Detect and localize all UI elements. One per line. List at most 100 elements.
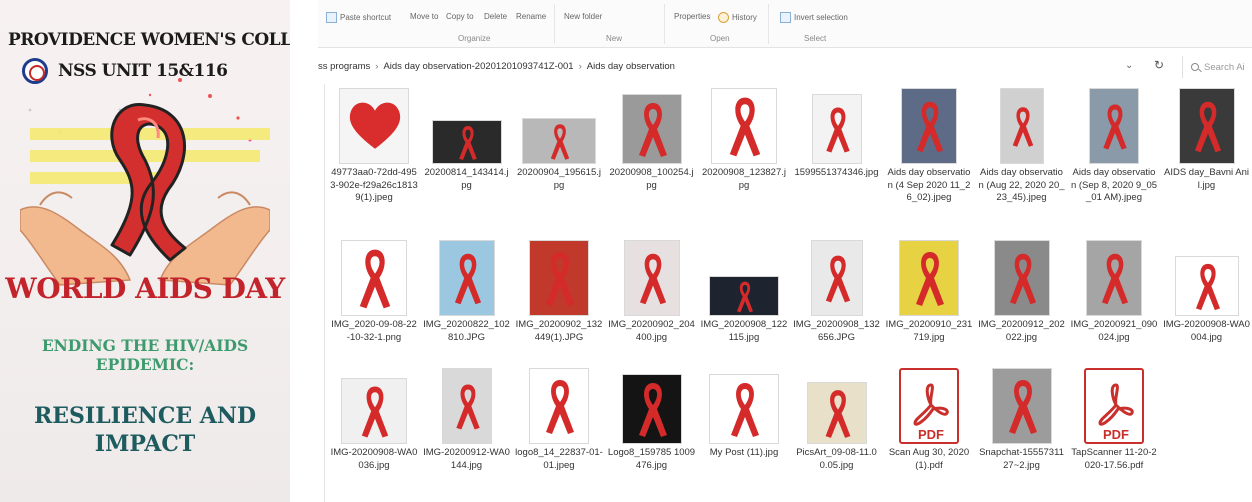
red-ribbon-icon [737,281,753,313]
red-ribbon-icon [825,107,850,153]
image-preview [711,88,777,164]
image-preview [810,240,863,316]
red-ribbon-icon [825,390,850,438]
image-file-item[interactable]: IMG-20200908-WA0036.jpg [328,368,420,472]
copy-to-button[interactable]: Copy to [446,12,474,21]
breadcrumb-segment[interactable]: Aids day observation [587,61,675,72]
image-file-item[interactable]: IMG_20200908_122115.jpg [698,240,790,344]
image-file-item[interactable]: IMG_20200912_202022.jpg [976,240,1068,344]
navigation-pane-edge [324,84,325,502]
acrobat-icon: PDF [913,383,949,442]
image-file-item[interactable]: 20200908_123827.jpg [698,88,790,192]
move-to-button[interactable]: Move to [410,12,438,21]
image-file-item[interactable]: 20200814_143414.jpg [421,88,513,192]
move-to-label: Move to [410,12,439,21]
properties-label: Properties [674,12,711,21]
image-file-item[interactable]: Aids day observation (Sep 8, 2020 9_05_0… [1068,88,1160,205]
image-file-item[interactable]: IMG_20200822_102810.JPG [421,240,513,344]
address-dropdown-icon[interactable]: ⌄ [1125,60,1133,71]
properties-button[interactable]: Properties [674,12,710,21]
file-name-label: My Post (11).jpg [709,447,779,458]
file-name-label: IMG_20200822_102810.JPG [423,319,510,343]
file-thumbnail [615,240,689,316]
image-file-item[interactable]: 1599551374346.jpg [791,88,883,180]
file-thumbnail [522,368,596,444]
red-ribbon-icon [638,103,667,157]
image-preview [709,374,779,444]
breadcrumb-segment[interactable]: Aids day observation-20201201093741Z-001 [383,61,573,72]
image-preview [1086,240,1142,316]
breadcrumb-segment[interactable]: ss programs [318,61,370,72]
subheadline-line-2: EPIDEMIC: [95,355,195,374]
image-file-item[interactable]: Aids day observation (Aug 22, 2020 20_23… [976,88,1068,205]
image-preview [1089,88,1139,164]
red-ribbon-icon [455,384,480,430]
image-file-item[interactable]: Snapchat-1555731127~2.jpg [976,368,1068,472]
image-file-item[interactable]: My Post (11).jpg [698,368,790,460]
address-bar[interactable]: ss programs › Aids day observation-2020120… [318,56,1252,78]
image-file-item[interactable]: IMG_20200902_204400.jpg [606,240,698,344]
red-ribbon-icon [638,383,667,437]
explorer-ribbon: Paste shortcut Move to Copy to Delete Re… [318,0,1252,48]
delete-button[interactable]: Delete [484,12,507,21]
file-thumbnail [800,240,874,316]
file-name-label: IMG-20200908-WA0004.jpg [1163,319,1250,343]
image-file-item[interactable]: PicsArt_09-08-11.00.05.jpg [791,368,883,472]
image-file-item[interactable]: IMG_20200921_090024.jpg [1068,240,1160,344]
pdf-file-icon: PDF [899,368,959,444]
file-thumbnail [1077,240,1151,316]
search-icon [1191,63,1199,71]
file-thumbnail [892,88,966,164]
image-preview [621,94,682,164]
pdf-file-item[interactable]: PDF Scan Aug 30, 2020 (1).pdf [883,368,975,472]
refresh-icon[interactable]: ↻ [1154,58,1164,72]
image-file-item[interactable]: IMG_20200902_132449(1).JPG [513,240,605,344]
new-folder-button[interactable]: New folder [564,12,602,21]
image-preview [811,94,862,164]
image-file-item[interactable]: Aids day observation (4 Sep 2020 11_26_0… [883,88,975,205]
search-box[interactable]: Search Ai [1182,56,1252,78]
red-ribbon-icon [1194,101,1221,153]
file-thumbnail [1170,88,1244,164]
image-preview [991,368,1052,444]
red-ribbon-icon [546,380,574,434]
image-file-item[interactable]: IMG_20200910_231719.jpg [883,240,975,344]
history-icon [718,12,729,23]
image-file-item[interactable]: IMG_2020-09-08-22-10-32-1.png [328,240,420,344]
image-preview [901,88,957,164]
image-file-item[interactable]: AIDS day_Bavni Anil.jpg [1161,88,1252,192]
red-ribbon-icon [916,101,944,153]
image-preview [1174,256,1239,316]
red-ribbon-icon [729,97,761,157]
file-thumbnail [892,240,966,316]
invert-selection-button[interactable]: Invert selection [780,12,848,23]
image-file-item[interactable]: 20200904_195615.jpg [513,88,605,192]
file-thumbnail [707,368,781,444]
file-name-label: IMG_20200902_204400.jpg [608,319,695,343]
file-name-label: 20200908_100254.jpg [609,167,694,191]
file-name-label: 20200814_143414.jpg [424,167,509,191]
open-group-label: Open [710,34,730,43]
image-file-item[interactable]: 49773aa0-72dd-4953-902e-f29a26c18139(1).… [328,88,420,205]
red-ribbon-icon [1195,263,1220,311]
invert-selection-icon [780,12,791,23]
image-file-item[interactable]: IMG_20200908_132656.JPG [791,240,883,344]
image-file-item[interactable]: logo8_14_22837-01-01.jpeg [513,368,605,472]
pdf-badge-label: PDF [918,427,944,442]
paste-shortcut-button[interactable]: Paste shortcut [326,12,391,23]
image-preview [341,378,407,444]
file-thumbnail [522,240,596,316]
image-preview [441,368,492,444]
image-file-item[interactable]: IMG-20200908-WA0004.jpg [1161,240,1252,344]
history-button[interactable]: History [718,12,757,23]
image-preview [806,382,867,444]
pdf-file-item[interactable]: PDF TapScanner 11-20-2020-17.56.pdf [1068,368,1160,472]
file-name-label: 20200908_123827.jpg [701,167,786,191]
image-file-item[interactable]: 20200908_100254.jpg [606,88,698,192]
file-name-label: logo8_14_22837-01-01.jpeg [515,447,603,471]
image-file-item[interactable]: Logo8_159785 1009476.jpg [606,368,698,472]
ribbon-separator [664,4,665,44]
rename-button[interactable]: Rename [516,12,546,21]
file-name-label: IMG_20200921_090024.jpg [1070,319,1158,343]
image-file-item[interactable]: IMG-20200912-WA0144.jpg [421,368,513,472]
